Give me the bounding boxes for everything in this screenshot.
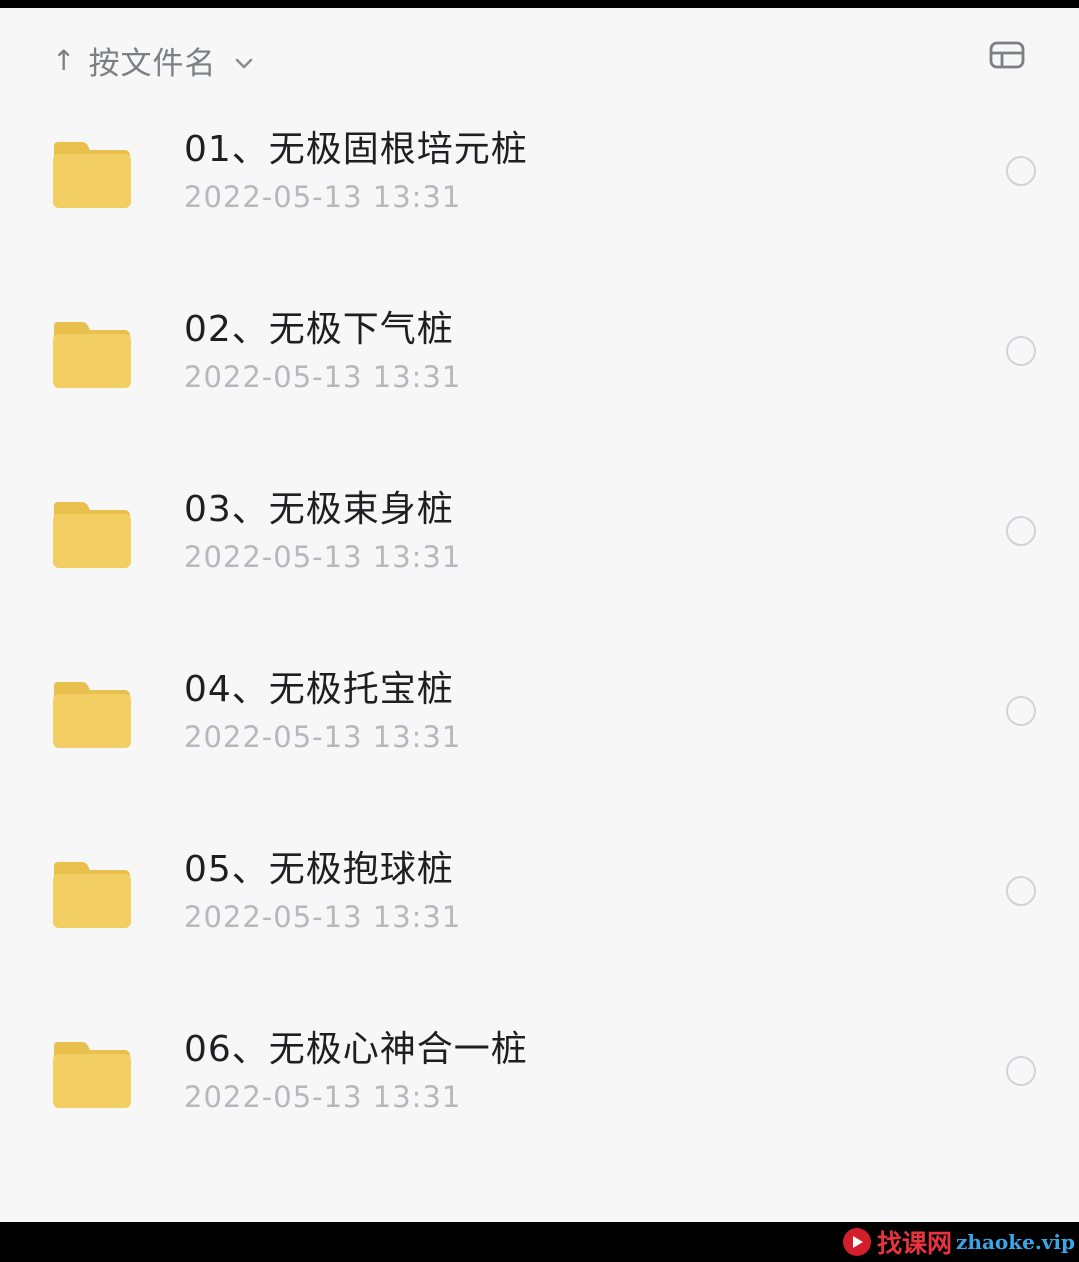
- file-date: 2022-05-13 13:31: [184, 540, 462, 574]
- file-row[interactable]: 04、无极托宝桩 2022-05-13 13:31: [0, 638, 1079, 818]
- file-row[interactable]: 03、无极束身桩 2022-05-13 13:31: [0, 458, 1079, 638]
- file-row[interactable]: 05、无极抱球桩 2022-05-13 13:31: [0, 818, 1079, 998]
- select-checkbox[interactable]: [1006, 696, 1036, 726]
- sort-button[interactable]: ↑ 按文件名: [52, 38, 254, 83]
- folder-icon: [52, 318, 132, 390]
- play-logo-icon: [843, 1228, 872, 1256]
- folder-icon: [52, 1038, 132, 1110]
- select-checkbox[interactable]: [1006, 1056, 1036, 1086]
- file-name: 04、无极托宝桩: [184, 669, 454, 710]
- file-date: 2022-05-13 13:31: [184, 360, 462, 394]
- folder-icon: [52, 138, 132, 210]
- folder-icon: [52, 678, 132, 750]
- file-date: 2022-05-13 13:31: [184, 1080, 462, 1114]
- watermark: 找课网 zhaoke.vip: [843, 1226, 1075, 1258]
- file-row[interactable]: 01、无极固根培元桩 2022-05-13 13:31: [0, 98, 1079, 278]
- select-checkbox[interactable]: [1006, 876, 1036, 906]
- file-row[interactable]: 06、无极心神合一桩 2022-05-13 13:31: [0, 998, 1079, 1178]
- file-name: 02、无极下气桩: [184, 309, 454, 350]
- file-date: 2022-05-13 13:31: [184, 900, 462, 934]
- sort-label: 按文件名: [88, 46, 217, 82]
- select-checkbox[interactable]: [1006, 516, 1036, 546]
- folder-icon: [52, 858, 132, 930]
- file-name: 01、无极固根培元桩: [184, 129, 528, 170]
- file-name: 06、无极心神合一桩: [184, 1029, 528, 1070]
- folder-icon: [52, 498, 132, 570]
- watermark-cn: 找课网: [877, 1229, 953, 1258]
- file-date: 2022-05-13 13:31: [184, 180, 462, 214]
- list-view-icon[interactable]: [989, 41, 1025, 69]
- file-row[interactable]: 02、无极下气桩 2022-05-13 13:31: [0, 278, 1079, 458]
- select-checkbox[interactable]: [1006, 156, 1036, 186]
- file-name: 05、无极抱球桩: [184, 849, 454, 890]
- file-list-screen: ↑ 按文件名 01、无极固根培元桩 2022-05-13 13:31 02、无极…: [0, 8, 1079, 1222]
- chevron-down-icon: [234, 43, 254, 79]
- sort-arrow-icon: ↑: [52, 44, 77, 77]
- bottom-bar: 找课网 zhaoke.vip: [0, 1222, 1079, 1262]
- file-date: 2022-05-13 13:31: [184, 720, 462, 754]
- watermark-en: zhaoke.vip: [956, 1230, 1075, 1254]
- select-checkbox[interactable]: [1006, 336, 1036, 366]
- file-name: 03、无极束身桩: [184, 489, 454, 530]
